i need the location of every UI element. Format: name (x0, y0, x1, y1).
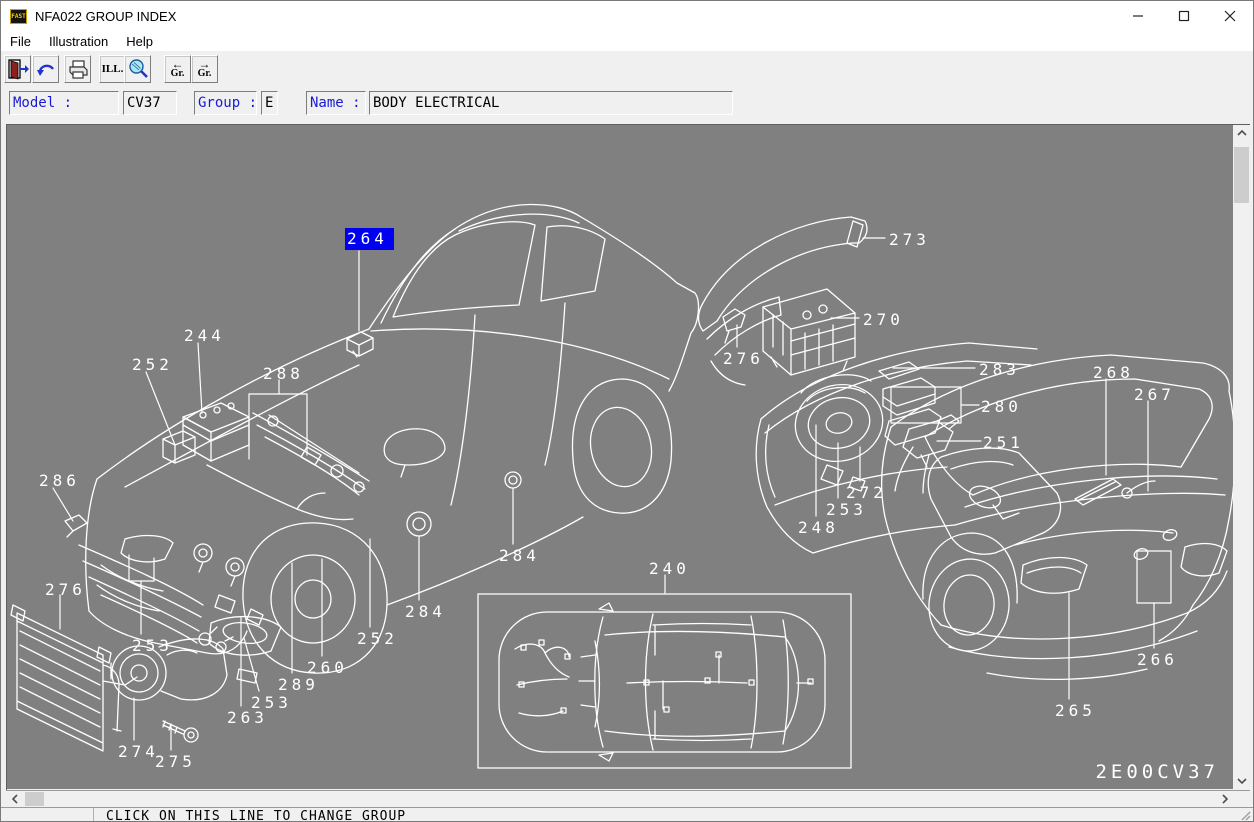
printer-icon (67, 59, 89, 79)
part-callout-251[interactable]: 251 (983, 433, 1024, 453)
resize-grip-icon[interactable] (1239, 809, 1251, 821)
scroll-left-icon (12, 794, 18, 804)
canvas-frame: 264 244 252 288 286 276 273 270 283 280 251 268267 2… (6, 124, 1250, 790)
part-callout-284[interactable]: 284 (499, 546, 540, 566)
group-previous-label: Gr. (171, 69, 185, 79)
close-button[interactable] (1207, 1, 1253, 31)
part-callout-264[interactable]: 264 (345, 228, 394, 250)
scroll-down-button[interactable] (1233, 773, 1250, 789)
scroll-right-icon (1222, 794, 1228, 804)
fields-row: Model : CV37 Group : E Name : BODY ELECT… (1, 86, 1253, 123)
undo-button[interactable] (32, 55, 59, 83)
illustration-canvas[interactable]: 264 244 252 288 286 276 273 270 283 280 251 268267 2… (7, 125, 1233, 789)
part-callout-240[interactable]: 240 (649, 559, 690, 579)
part-callout-275[interactable]: 275 (155, 752, 196, 772)
callout-layer: 264 244 252 288 286 276 273 270 283 280 251 268267 2… (7, 125, 1233, 789)
illustration-button[interactable]: ILL. (99, 55, 126, 83)
maximize-icon (1178, 10, 1190, 22)
status-bar[interactable]: CLICK ON THIS LINE TO CHANGE GROUP (1, 807, 1253, 822)
scroll-up-icon (1237, 130, 1247, 136)
magnifier-icon (127, 58, 149, 80)
horizontal-scrollbar[interactable] (6, 790, 1250, 807)
print-button[interactable] (64, 55, 91, 83)
group-previous-button[interactable]: ← Gr. (164, 55, 191, 83)
part-callout-288[interactable]: 288 (263, 364, 304, 384)
minimize-icon (1132, 10, 1144, 22)
part-callout-268[interactable]: 268 (1093, 363, 1134, 383)
name-value[interactable]: BODY ELECTRICAL (369, 91, 733, 115)
part-callout-267[interactable]: 267 (1134, 385, 1175, 405)
part-callout-244[interactable]: 244 (184, 326, 225, 346)
menu-illustration[interactable]: Illustration (40, 31, 117, 51)
group-next-label: Gr. (198, 69, 212, 79)
part-callout-289[interactable]: 289 (278, 675, 319, 695)
window-title: NFA022 GROUP INDEX (35, 9, 176, 24)
exit-button[interactable] (4, 55, 31, 83)
part-callout-276[interactable]: 276 (723, 349, 764, 369)
part-callout-263[interactable]: 263 (227, 708, 268, 728)
group-label: Group : (194, 91, 257, 115)
group-value[interactable]: E (261, 91, 278, 115)
minimize-button[interactable] (1115, 1, 1161, 31)
menu-help[interactable]: Help (117, 31, 162, 51)
part-callout-274[interactable]: 274 (118, 742, 159, 762)
illustration-icon: ILL. (102, 63, 124, 75)
scroll-right-button[interactable] (1216, 791, 1233, 807)
name-label: Name : (306, 91, 366, 115)
part-callout-253[interactable]: 253 (826, 500, 867, 520)
exit-door-icon (7, 58, 29, 80)
part-callout-265[interactable]: 265 (1055, 701, 1096, 721)
part-callout-283[interactable]: 283 (979, 360, 1020, 380)
vertical-scroll-thumb[interactable] (1234, 147, 1249, 203)
menu-bar: File Illustration Help (1, 31, 1253, 51)
scroll-down-icon (1237, 778, 1247, 784)
part-callout-252[interactable]: 252 (132, 355, 173, 375)
part-callout-273[interactable]: 273 (889, 230, 930, 250)
part-callout-276[interactable]: 276 (45, 580, 86, 600)
group-next-button[interactable]: → Gr. (191, 55, 218, 83)
maximize-button[interactable] (1161, 1, 1207, 31)
menu-file[interactable]: File (1, 31, 40, 51)
undo-arrow-icon (35, 60, 57, 78)
status-panel-left (1, 808, 94, 822)
scroll-left-button[interactable] (6, 791, 23, 807)
fast-logo-icon: FAST (10, 9, 27, 24)
close-icon (1224, 10, 1236, 22)
zoom-button[interactable] (124, 55, 151, 83)
model-value[interactable]: CV37 (123, 91, 177, 115)
part-callout-280[interactable]: 280 (981, 397, 1022, 417)
vertical-scrollbar[interactable] (1233, 125, 1250, 789)
part-callout-266[interactable]: 266 (1137, 650, 1178, 670)
status-message[interactable]: CLICK ON THIS LINE TO CHANGE GROUP (106, 809, 406, 822)
part-callout-253[interactable]: 253 (132, 636, 173, 656)
model-label: Model : (9, 91, 119, 115)
toolbar: ILL. ← Gr. → Gr. (1, 51, 1253, 86)
horizontal-scroll-thumb[interactable] (25, 792, 44, 806)
part-callout-248[interactable]: 248 (798, 518, 839, 538)
title-bar[interactable]: FAST NFA022 GROUP INDEX (1, 1, 1253, 31)
part-callout-270[interactable]: 270 (863, 310, 904, 330)
scroll-up-button[interactable] (1233, 125, 1250, 141)
part-callout-284[interactable]: 284 (405, 602, 446, 622)
part-callout-252[interactable]: 252 (357, 629, 398, 649)
part-callout-286[interactable]: 286 (39, 471, 80, 491)
illustration-code: 2E00CV37 (1095, 761, 1219, 783)
app-window: FAST NFA022 GROUP INDEX File Illustratio… (0, 0, 1254, 822)
